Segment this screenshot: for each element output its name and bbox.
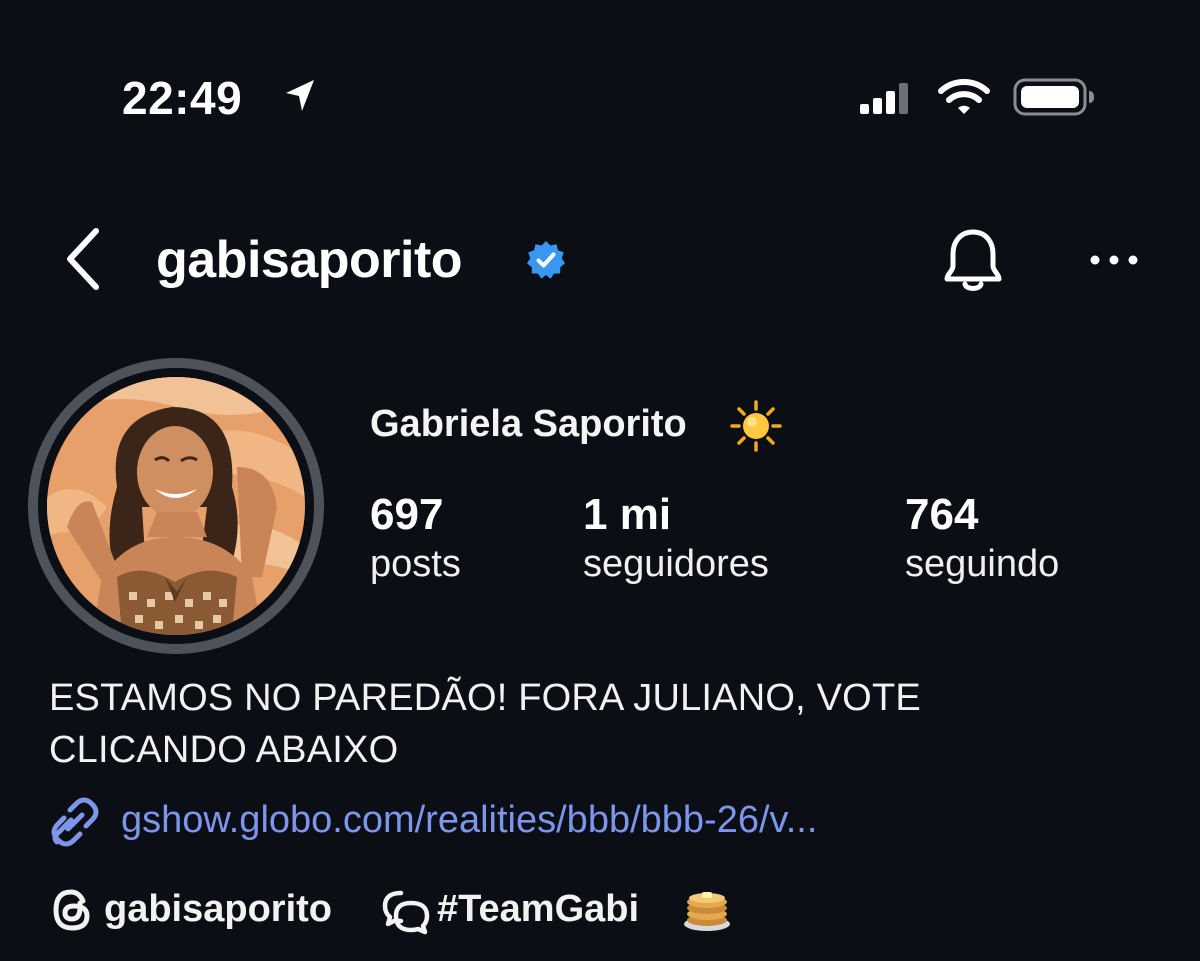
notifications-bell-button[interactable] [938, 226, 1008, 296]
sun-emoji-icon [730, 400, 782, 452]
header-username: gabisaporito [156, 231, 463, 289]
profile-full-name: Gabriela Saporito [370, 403, 687, 445]
link-icon [51, 797, 99, 847]
stat-following-value: 764 [905, 490, 979, 539]
broadcast-channel-link[interactable]: #TeamGabi [437, 884, 639, 934]
threads-handle-link[interactable]: gabisaporito [104, 884, 332, 934]
cellular-signal-icon [860, 83, 908, 114]
threads-icon [53, 889, 90, 931]
stat-followers-label: seguidores [583, 543, 769, 585]
verified-badge-icon [527, 241, 565, 279]
stat-followers[interactable]: 1 mi seguidores [583, 489, 769, 587]
stat-following[interactable]: 764 seguindo [905, 489, 1059, 587]
wifi-icon [938, 79, 990, 114]
more-options-button[interactable] [1086, 247, 1142, 273]
location-arrow-icon [286, 80, 314, 111]
stat-posts-label: posts [370, 543, 461, 585]
stat-followers-value: 1 mi [583, 490, 672, 539]
back-button[interactable] [58, 225, 108, 295]
status-time: 22:49 [122, 72, 243, 124]
stat-posts-value: 697 [370, 490, 444, 539]
bio-line-2: CLICANDO ABAIXO [49, 729, 399, 771]
pancakes-emoji-icon [684, 892, 730, 931]
battery-icon [1013, 78, 1094, 116]
bio-line-1: ESTAMOS NO PAREDÃO! FORA JULIANO, VOTE [49, 677, 921, 719]
stat-following-label: seguindo [905, 543, 1060, 585]
profile-avatar[interactable] [47, 377, 305, 635]
stat-posts[interactable]: 697 posts [370, 489, 461, 587]
profile-bio: ESTAMOS NO PAREDÃO! FORA JULIANO, VOTE C… [49, 672, 1049, 776]
profile-link[interactable]: gshow.globo.com/realities/bbb/bbb-26/v..… [121, 795, 817, 845]
broadcast-channel-icon [382, 890, 430, 935]
